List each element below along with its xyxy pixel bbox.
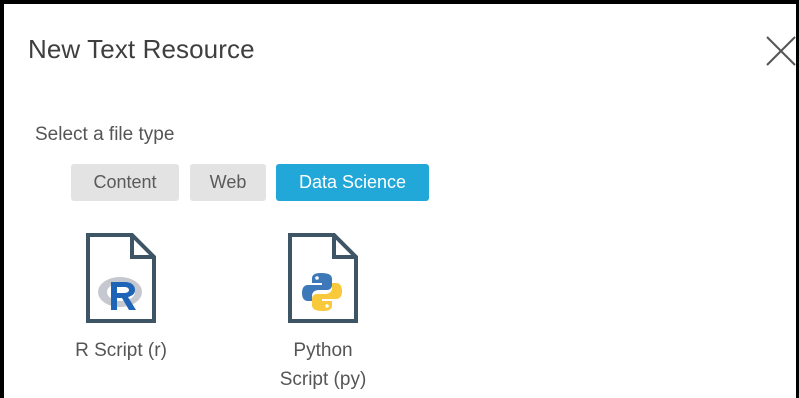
r-script-option[interactable]: R Script (r) [46, 232, 196, 365]
python-script-label: Python Script (py) [279, 340, 367, 390]
tab-web[interactable]: Web [190, 164, 266, 201]
new-text-resource-dialog: New Text Resource Select a file type Con… [0, 0, 799, 398]
close-icon[interactable] [762, 32, 799, 70]
python-script-option[interactable]: Python Script (py) [248, 232, 398, 394]
r-script-file-icon [86, 233, 156, 323]
r-script-label: R Script (r) [75, 340, 167, 361]
dialog-title: New Text Resource [28, 34, 255, 64]
file-type-prompt: Select a file type [35, 124, 175, 145]
python-script-file-icon [288, 233, 358, 323]
tab-data-science[interactable]: Data Science [276, 164, 429, 201]
tab-content[interactable]: Content [71, 164, 179, 201]
